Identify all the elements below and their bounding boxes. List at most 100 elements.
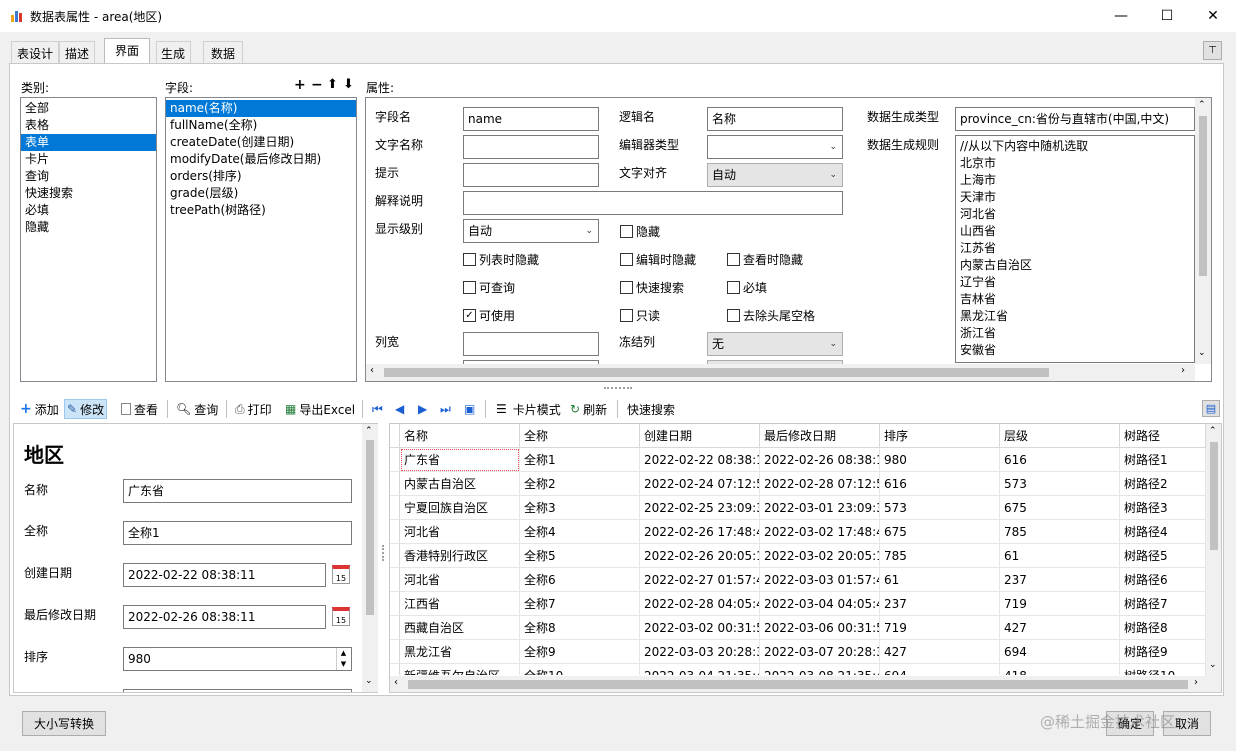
table-cell[interactable]: 2022-03-03 01:57:40: [760, 568, 880, 592]
table-cell[interactable]: 全称1: [520, 448, 640, 472]
table-cell[interactable]: 719: [880, 616, 1000, 640]
view-hidden-checkbox[interactable]: 查看时隐藏: [727, 251, 803, 268]
splitter-handle[interactable]: [604, 387, 632, 392]
table-cell[interactable]: 树路径1: [1120, 448, 1206, 472]
table-cell[interactable]: 2022-03-04 04:05:47: [760, 592, 880, 616]
add-field-icon[interactable]: +: [294, 77, 306, 93]
table-cell[interactable]: 980: [880, 448, 1000, 472]
table-cell[interactable]: 2022-02-28 07:12:51: [760, 472, 880, 496]
splitter-handle[interactable]: [382, 545, 385, 561]
scroll-right-icon[interactable]: ›: [1194, 677, 1198, 688]
row-header[interactable]: [390, 616, 400, 640]
list-item[interactable]: 表单: [21, 134, 156, 151]
create-date-input[interactable]: 2022-02-22 08:38:11: [123, 563, 326, 587]
table-cell[interactable]: 427: [880, 640, 1000, 664]
table-row[interactable]: 香港特别行政区 全称5 2022-02-26 20:05:17 2022-03-02 …: [390, 544, 1206, 568]
table-cell[interactable]: 2022-03-08 21:35:49: [760, 664, 880, 675]
freeze-select[interactable]: 无 ⌄: [707, 332, 843, 356]
table-cell[interactable]: 418: [1000, 664, 1120, 675]
table-cell[interactable]: 2022-03-02 00:31:51: [640, 616, 760, 640]
view-button[interactable]: 查看: [119, 399, 160, 419]
minimize-button[interactable]: —: [1098, 0, 1144, 32]
table-cell[interactable]: 694: [1000, 640, 1120, 664]
display-level-select[interactable]: 自动 ⌄: [463, 219, 599, 243]
scroll-thumb[interactable]: [366, 440, 374, 615]
tab-data[interactable]: 数据: [203, 41, 244, 63]
row-header[interactable]: [390, 448, 400, 472]
table-cell[interactable]: 2022-02-26 17:48:42: [640, 520, 760, 544]
table-cell[interactable]: 785: [880, 544, 1000, 568]
table-cell[interactable]: 全称6: [520, 568, 640, 592]
table-cell[interactable]: 新疆维吾尔自治区: [400, 664, 520, 675]
table-cell[interactable]: 573: [1000, 472, 1120, 496]
table-cell[interactable]: 616: [880, 472, 1000, 496]
table-cell[interactable]: 2022-02-26 20:05:17: [640, 544, 760, 568]
category-list[interactable]: 全部 表格 表单 卡片 查询 快速搜索 必填 隐藏: [20, 97, 157, 382]
table-cell[interactable]: 黑龙江省: [400, 640, 520, 664]
table-cell[interactable]: 427: [1000, 616, 1120, 640]
table-cell[interactable]: 西藏自治区: [400, 616, 520, 640]
logic-name-input[interactable]: 名称: [707, 107, 843, 131]
table-row[interactable]: 西藏自治区 全称8 2022-03-02 00:31:51 2022-03-06 00…: [390, 616, 1206, 640]
column-header[interactable]: 树路径: [1120, 424, 1206, 448]
card-mode-button[interactable]: ☰ 卡片模式: [494, 399, 563, 419]
table-cell[interactable]: 2022-03-02 20:05:17: [760, 544, 880, 568]
layout-icon[interactable]: ▤: [1202, 400, 1220, 417]
col-width-input[interactable]: [463, 332, 599, 356]
scroll-left-icon[interactable]: ‹: [370, 365, 374, 376]
refresh-button[interactable]: ↻ 刷新: [568, 399, 609, 419]
calendar-icon[interactable]: 15: [332, 565, 350, 584]
list-item[interactable]: createDate(创建日期): [166, 134, 356, 151]
table-cell[interactable]: 694: [880, 664, 1000, 675]
table-cell[interactable]: 616: [1000, 448, 1120, 472]
table-cell[interactable]: 675: [1000, 496, 1120, 520]
first-record-icon[interactable]: ⏮: [370, 399, 385, 419]
table-cell[interactable]: 2022-02-25 23:09:33: [640, 496, 760, 520]
table-cell[interactable]: 河北省: [400, 568, 520, 592]
table-cell[interactable]: 237: [880, 592, 1000, 616]
edit-hidden-checkbox[interactable]: 编辑时隐藏: [620, 251, 696, 268]
text-name-input[interactable]: [463, 135, 599, 159]
table-cell[interactable]: 树路径4: [1120, 520, 1206, 544]
table-cell[interactable]: 785: [1000, 520, 1120, 544]
remove-field-icon[interactable]: −: [311, 77, 323, 93]
table-cell[interactable]: 全称9: [520, 640, 640, 664]
table-cell[interactable]: 广东省: [400, 448, 520, 472]
case-convert-button[interactable]: 大小写转换: [22, 711, 106, 736]
list-hidden-checkbox[interactable]: 列表时隐藏: [463, 251, 539, 268]
field-list[interactable]: name(名称) fullName(全称) createDate(创建日期) m…: [165, 97, 357, 382]
scroll-down-icon[interactable]: ⌄: [1198, 348, 1206, 358]
text-align-select[interactable]: 自动 ⌄: [707, 163, 843, 187]
modify-date-input[interactable]: 2022-02-26 08:38:11: [123, 605, 326, 629]
table-row[interactable]: 黑龙江省 全称9 2022-03-03 20:28:38 2022-03-07 20:…: [390, 640, 1206, 664]
row-header[interactable]: [390, 472, 400, 496]
list-item[interactable]: 表格: [21, 117, 156, 134]
column-header[interactable]: 层级: [1000, 424, 1120, 448]
table-row[interactable]: 河北省 全称4 2022-02-26 17:48:42 2022-03-02 17:4…: [390, 520, 1206, 544]
scroll-up-icon[interactable]: ⌃: [365, 426, 373, 436]
maximize-button[interactable]: ☐: [1144, 0, 1190, 32]
required-checkbox[interactable]: 必填: [727, 279, 767, 296]
move-up-icon[interactable]: ⬆: [327, 77, 338, 92]
explain-input[interactable]: [463, 191, 843, 215]
table-cell[interactable]: 全称7: [520, 592, 640, 616]
list-item[interactable]: name(名称): [166, 100, 356, 117]
calendar-icon[interactable]: 15: [332, 607, 350, 626]
table-cell[interactable]: 全称8: [520, 616, 640, 640]
grid-vscroll[interactable]: ⌃ ⌄: [1206, 424, 1221, 676]
row-header[interactable]: [390, 640, 400, 664]
list-item[interactable]: fullName(全称): [166, 117, 356, 134]
table-row[interactable]: 广东省 全称1 2022-02-22 08:38:11 2022-02-26 08:3…: [390, 448, 1206, 472]
stepper-arrows-icon[interactable]: ▲ ▼: [336, 648, 350, 670]
table-cell[interactable]: 全称2: [520, 472, 640, 496]
table-row[interactable]: 新疆维吾尔自治区全称102022-03-04 21:35:492022-03-0…: [390, 664, 1206, 675]
name-input[interactable]: 广东省: [123, 479, 352, 503]
table-cell[interactable]: 2022-03-02 17:48:42: [760, 520, 880, 544]
query-button[interactable]: 🔍︎ 查询: [174, 399, 220, 419]
scroll-down-icon[interactable]: ⌄: [1209, 660, 1217, 670]
form-vscroll[interactable]: ⌃ ⌄: [362, 424, 378, 692]
gen-rule-textarea[interactable]: //从以下内容中随机选取 北京市 上海市 天津市 河北省 山西省 江苏省 内蒙古…: [955, 135, 1195, 363]
table-cell[interactable]: 2022-03-01 23:09:33: [760, 496, 880, 520]
edit-button[interactable]: ✎ 修改: [64, 399, 108, 419]
move-down-icon[interactable]: ⬇: [343, 77, 354, 92]
